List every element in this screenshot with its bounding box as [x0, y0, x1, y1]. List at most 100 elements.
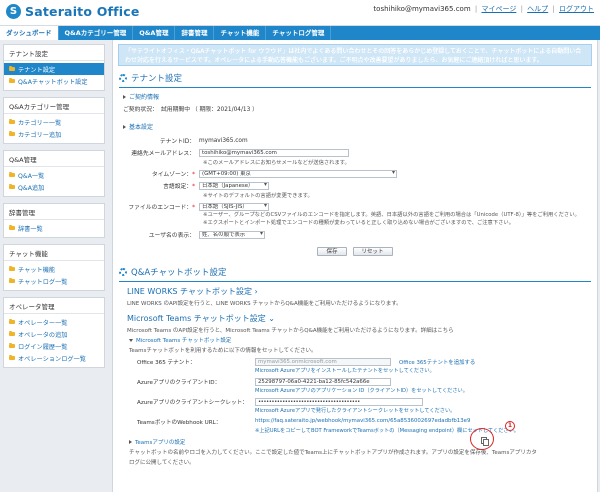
- sidebar-group-category: Q&Aカテゴリー管理 カテゴリー一覧 カテゴリー追加: [3, 97, 105, 144]
- sidebar-group-dictionary: 辞書管理 辞書一覧: [3, 203, 105, 238]
- webhook-label: TeamsボットのWebhook URL：: [137, 420, 222, 426]
- sidebar-group-title: 辞書管理: [4, 204, 104, 220]
- email-note: ※このメールアドレスにお知らせメールなどが送信されます。: [203, 160, 350, 166]
- sidebar-item-chatbot-settings[interactable]: Q&Aチャットボット設定: [4, 75, 104, 87]
- gear-icon: [119, 74, 127, 82]
- tenant-id-label: テナントID：: [159, 139, 195, 145]
- teams-subheader[interactable]: Microsoft Teams チャットボット設定: [129, 336, 597, 344]
- encoding-label: ファイルのエンコード：*: [128, 205, 195, 211]
- sidebar-item-login-history[interactable]: ログイン履歴一覧: [4, 340, 104, 352]
- sidebar-item-operation-log[interactable]: オペレーションログ一覧: [4, 352, 104, 364]
- sidebar-group-title: オペレータ管理: [4, 298, 104, 314]
- client-secret-field[interactable]: ••••••••••••••••••••••••••••••••••••••: [255, 398, 423, 406]
- add-o365-tenant-link[interactable]: Office 365テナントを追加する: [399, 358, 475, 366]
- user-email: toshihiko@mymavi365.com: [373, 5, 471, 13]
- client-id-field[interactable]: 25298797-06a0-4221-ba12-85fc542a66e: [255, 378, 391, 386]
- teams-description: Microsoft Teams のAPI設定を行うと、Microsoft Tea…: [127, 328, 454, 334]
- timezone-row: タイムゾーン：* (GMT+09:00) 東京: [113, 169, 597, 178]
- folder-icon: [9, 354, 15, 361]
- folder-icon: [9, 77, 15, 84]
- header-user-area: toshihiko@mymavi365.com | マイページ | ヘルプ | …: [373, 5, 594, 13]
- client-id-hint: Microsoft Azureアプリのアプリケーション ID（クライアントID）…: [255, 388, 468, 394]
- client-secret-hint: Microsoft Azureアプリで発行したクライアントシークレットをセットし…: [255, 408, 456, 414]
- app-title: Sateraito Office: [25, 4, 140, 19]
- folder-icon: [9, 130, 15, 137]
- sidebar-group-chat: チャット機能 チャット機能 チャットログ一覧: [3, 244, 105, 291]
- basic-subheader[interactable]: 基本設定: [123, 122, 597, 131]
- encoding-select[interactable]: 日本語（SJIS-JIS）: [199, 202, 269, 211]
- tab-chatlog[interactable]: チャットログ管理: [266, 26, 332, 40]
- teams-sub-description: Teamsチャットボットを利用するために以下の情報をセットしてください。: [129, 348, 317, 354]
- tab-qa-category[interactable]: Q&Aカテゴリー管理: [59, 26, 134, 40]
- contract-value: 試用期間中 （ 期限：2021/04/13 ）: [161, 107, 258, 113]
- contract-subheader[interactable]: ご契約情報: [123, 92, 597, 101]
- help-link[interactable]: ヘルプ: [527, 5, 548, 13]
- contract-label: ご契約状況：: [123, 107, 158, 113]
- language-select[interactable]: 日本語（Japanese）: [199, 181, 269, 190]
- folder-icon: [9, 183, 15, 190]
- encoding-row: ファイルのエンコード：* 日本語（SJIS-JIS）: [113, 202, 597, 211]
- client-id-label: AzureアプリのクライアントID：: [137, 380, 221, 386]
- tenant-id-row: テナントID： mymavi365.com: [113, 136, 597, 146]
- sidebar-item-category-add[interactable]: カテゴリー追加: [4, 128, 104, 140]
- teams-app-description-1: チャットボットの名前やロゴを入力してください。ここで設定した値でTeams上にチ…: [129, 450, 537, 456]
- triangle-right-icon: [123, 94, 126, 99]
- lineworks-settings-link[interactable]: LINE WORKS チャットボット設定 ›: [127, 286, 597, 297]
- language-note: ※サイトのデフォルトの言語が変更できます。: [203, 193, 313, 199]
- sidebar-item-dictionary-list[interactable]: 辞書一覧: [4, 222, 104, 234]
- sidebar-item-chat[interactable]: チャット機能: [4, 263, 104, 275]
- tab-dashboard[interactable]: ダッシュボード: [0, 26, 59, 40]
- folder-icon: [9, 65, 15, 72]
- section-title: テナント設定: [131, 74, 183, 84]
- teams-settings-link[interactable]: Microsoft Teams チャットボット設定 ⌄: [127, 313, 597, 324]
- logout-link[interactable]: ログアウト: [559, 5, 594, 13]
- app-header: S Sateraito Office toshihiko@mymavi365.c…: [0, 0, 600, 26]
- form-buttons: 保存 リセット: [113, 247, 597, 256]
- sidebar-item-operator-list[interactable]: オペレーター一覧: [4, 316, 104, 328]
- sidebar-item-tenant-settings[interactable]: テナント設定: [4, 63, 104, 75]
- mypage-link[interactable]: マイページ: [481, 5, 516, 13]
- folder-icon: [9, 342, 15, 349]
- username-display-row: ユーザ名の表示： 姓、名の順で表示: [113, 230, 597, 239]
- triangle-down-icon: [129, 338, 133, 342]
- username-display-select[interactable]: 姓、名の順で表示: [199, 230, 265, 239]
- tab-qa[interactable]: Q&A管理: [133, 26, 176, 40]
- tenant-id-value: mymavi365.com: [199, 137, 248, 144]
- annotation-badge: 1: [505, 421, 515, 431]
- encoding-note-1: ※ユーザー、グループなどのCSVファイルのエンコードを指定します。英語、日本語以…: [203, 212, 580, 218]
- client-secret-row: Azureアプリのクライアントシークレット： •••••••••••••••••…: [113, 398, 597, 414]
- highlight-circle: [470, 428, 494, 450]
- sidebar-group-title: Q&A管理: [4, 151, 104, 167]
- webhook-url[interactable]: https://faq.sateraito.jp/webhook/mymavi3…: [255, 418, 475, 426]
- sidebar-group-operator: オペレータ管理 オペレーター一覧 オペレータの追加 ログイン履歴一覧 オペレーシ…: [3, 297, 105, 368]
- sidebar-item-chatlog-list[interactable]: チャットログ一覧: [4, 275, 104, 287]
- tab-chat[interactable]: チャット機能: [214, 26, 267, 40]
- o365-tenant-field[interactable]: mymavi365.onmicrosoft.com: [255, 358, 391, 366]
- triangle-right-icon: [129, 440, 132, 444]
- sidebar-group-tenant: テナント設定 テナント設定 Q&Aチャットボット設定: [3, 44, 105, 91]
- sidebar-group-title: テナント設定: [4, 45, 104, 61]
- folder-icon: [9, 318, 15, 325]
- email-field[interactable]: toshihiko@mymavi365.com: [199, 148, 349, 157]
- reset-button[interactable]: リセット: [352, 247, 393, 256]
- folder-icon: [9, 224, 15, 231]
- sidebar-item-category-list[interactable]: カテゴリー一覧: [4, 116, 104, 128]
- main-content: 「サテライトオフィス・Q&Aチャットボット for ウラウド」は社内でよくある問…: [112, 40, 598, 492]
- timezone-select[interactable]: (GMT+09:00) 東京: [199, 169, 397, 178]
- language-label: 言語設定：*: [163, 184, 195, 190]
- sidebar-item-qa-list[interactable]: Q&A一覧: [4, 169, 104, 181]
- sidebar-item-operator-add[interactable]: オペレータの追加: [4, 328, 104, 340]
- save-button[interactable]: 保存: [317, 247, 347, 256]
- tab-dictionary[interactable]: 辞書管理: [175, 26, 215, 40]
- chatbot-section-header: Q&Aチャットボット設定: [119, 266, 591, 282]
- section-title: Q&Aチャットボット設定: [131, 268, 227, 278]
- main-nav: ダッシュボード Q&Aカテゴリー管理 Q&A管理 辞書管理 チャット機能 チャッ…: [0, 26, 600, 40]
- sidebar-item-qa-add[interactable]: Q&A追加: [4, 181, 104, 193]
- teams-app-subheader[interactable]: Teamsアプリの設定: [129, 438, 597, 446]
- folder-icon: [9, 265, 15, 272]
- triangle-right-icon: [123, 124, 126, 129]
- client-id-row: AzureアプリのクライアントID： 25298797-06a0-4221-ba…: [113, 378, 597, 394]
- sidebar: テナント設定 テナント設定 Q&Aチャットボット設定 Q&Aカテゴリー管理 カテ…: [0, 44, 108, 374]
- app-logo[interactable]: S Sateraito Office: [6, 4, 140, 19]
- sidebar-group-title: チャット機能: [4, 245, 104, 261]
